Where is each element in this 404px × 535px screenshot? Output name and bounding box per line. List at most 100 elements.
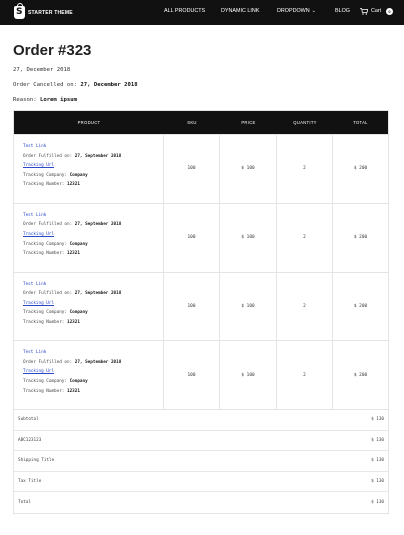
tracking-url-link[interactable]: Tracking Url <box>23 163 163 168</box>
tracking-number-line: Tracking Number: 12321 <box>23 183 163 187</box>
summary-label: Subtotal <box>18 417 39 423</box>
tracking-company-value: Company <box>69 241 88 247</box>
nav-item-dynamic-link[interactable]: DYNAMIC LINK <box>221 8 259 14</box>
summary-value: $ 130 <box>371 458 384 464</box>
sku-cell: 100 <box>164 272 220 341</box>
shopify-bag-icon: S <box>14 3 25 19</box>
nav-item-dropdown[interactable]: DROPDOWN ⌄ <box>277 8 316 14</box>
tracking-company-line: Tracking Company: Company <box>23 172 163 178</box>
fulfilled-value: 27, September 2018 <box>74 359 122 365</box>
summary-value: $ 130 <box>371 478 384 484</box>
fulfilled-line: Order Fulfilled on: 27, September 2018 <box>23 223 163 227</box>
cancel-reason-line: Reason: Lorem ipsum <box>13 97 77 103</box>
fulfilled-line: Order Fulfilled on: 27, September 2018 <box>23 359 163 365</box>
tracking-company-label: Tracking Company: <box>23 241 67 247</box>
site-header: S STARTER THEME ALL PRODUCTS DYNAMIC LIN… <box>0 0 404 25</box>
column-header-price: PRICE <box>241 120 256 125</box>
tracking-url-link[interactable]: Tracking Url <box>23 301 163 306</box>
product-link[interactable]: Test Link <box>23 282 163 287</box>
summary-label: ABC123123 <box>18 437 42 443</box>
product-cell: Test Link Order Fulfilled on: 27, Septem… <box>14 135 164 203</box>
nav-item-dropdown-label: DROPDOWN <box>277 8 310 14</box>
order-date: 27, December 2018 <box>13 67 71 73</box>
chevron-down-icon: ⌄ <box>311 8 316 14</box>
product-cell: Test Link Order Fulfilled on: 27, Septem… <box>14 203 164 272</box>
column-header-quantity: QUANTITY <box>293 120 317 125</box>
tracking-number-line: Tracking Number: 12321 <box>23 319 163 325</box>
quantity-cell: 2 <box>277 203 333 272</box>
total-cell: $ 200 <box>353 303 368 309</box>
summary-label: Shipping Title <box>18 458 55 464</box>
column-header-sku: SKU <box>187 120 197 125</box>
summary-label: Total <box>18 499 31 505</box>
column-header-product: PRODUCT <box>77 120 101 125</box>
summary-row-subtotal: Subtotal $ 130 <box>14 410 388 431</box>
fulfilled-line: Order Fulfilled on: 27, September 2018 <box>23 153 163 159</box>
quantity-cell: 2 <box>277 341 333 409</box>
brand-logo[interactable]: S STARTER THEME <box>14 3 73 19</box>
tracking-number-line: Tracking Number: 12321 <box>23 388 163 394</box>
summary-value: $ 130 <box>371 437 384 443</box>
tracking-number-value: 12321 <box>67 251 80 257</box>
table-row: Test Link Order Fulfilled on: 27, Septem… <box>14 271 388 341</box>
cart-count-badge: 0 <box>386 8 393 15</box>
fulfilled-label: Order Fulfilled on: <box>23 359 73 365</box>
sku-cell: 100 <box>164 135 220 203</box>
tracking-company-label: Tracking Company: <box>23 172 67 178</box>
table-row: Test Link Order Fulfilled on: 27, Septem… <box>14 340 388 409</box>
order-summary: Subtotal $ 130 ABC123123 $ 130 Shipping Ti… <box>14 409 388 513</box>
tracking-company-line: Tracking Company: Company <box>23 379 163 385</box>
tracking-company-line: Tracking Company: Company <box>23 311 163 315</box>
product-link[interactable]: Test Link <box>23 350 163 355</box>
tracking-company-value: Company <box>69 310 88 316</box>
order-cancelled-line: Order Cancelled on: 27, December 2018 <box>13 82 138 88</box>
price-cell: $ 100 <box>220 341 277 409</box>
order-table: PRODUCT SKU PRICE QUANTITY TOTAL Test Li… <box>13 110 389 514</box>
reason-label: Reason: <box>13 97 37 103</box>
nav-item-blog[interactable]: BLOG <box>335 8 350 14</box>
table-row: Test Link Order Fulfilled on: 27, Septem… <box>14 202 388 272</box>
price-cell: $ 100 <box>220 135 277 203</box>
table-row: Test Link Order Fulfilled on: 27, Septem… <box>14 134 388 203</box>
nav-item-all-products[interactable]: ALL PRODUCTS <box>164 8 205 14</box>
table-header: PRODUCT SKU PRICE QUANTITY TOTAL <box>14 111 388 134</box>
fulfilled-value: 27, September 2018 <box>74 222 122 228</box>
tracking-number-value: 12321 <box>67 319 80 325</box>
summary-row-tax: Tax Title $ 130 <box>14 472 388 492</box>
quantity-cell: 2 <box>277 135 333 203</box>
summary-row-discount: ABC123123 $ 130 <box>14 431 388 451</box>
sku-cell: 100 <box>164 341 220 409</box>
tracking-company-value: Company <box>69 172 88 178</box>
total-cell: $ 200 <box>353 166 368 172</box>
tracking-company-label: Tracking Company: <box>23 310 67 316</box>
tracking-company-label: Tracking Company: <box>23 379 67 385</box>
sku-cell: 100 <box>164 203 220 272</box>
cart-link[interactable]: Cart <box>371 8 381 14</box>
tracking-company-line: Tracking Company: Company <box>23 241 163 247</box>
tracking-number-value: 12321 <box>67 182 80 188</box>
reason-value: Lorem ipsum <box>39 97 77 103</box>
tracking-url-link[interactable]: Tracking Url <box>23 370 163 375</box>
product-link[interactable]: Test Link <box>23 144 163 149</box>
cancelled-label: Order Cancelled on: <box>13 82 77 88</box>
tracking-number-label: Tracking Number: <box>23 182 65 188</box>
tracking-number-label: Tracking Number: <box>23 388 65 394</box>
fulfilled-label: Order Fulfilled on: <box>23 291 73 297</box>
shopping-cart-icon[interactable] <box>360 8 368 15</box>
fulfilled-value: 27, September 2018 <box>74 153 122 159</box>
summary-row-shipping: Shipping Title $ 130 <box>14 451 388 472</box>
tracking-url-link[interactable]: Tracking Url <box>23 232 163 237</box>
total-cell: $ 200 <box>353 372 368 378</box>
column-header-total: TOTAL <box>353 120 368 125</box>
fulfilled-label: Order Fulfilled on: <box>23 153 73 159</box>
product-link[interactable]: Test Link <box>23 213 163 218</box>
fulfilled-value: 27, September 2018 <box>74 291 122 297</box>
product-cell: Test Link Order Fulfilled on: 27, Septem… <box>14 272 164 341</box>
price-cell: $ 100 <box>220 272 277 341</box>
tracking-number-value: 12321 <box>67 388 80 394</box>
tracking-number-line: Tracking Number: 12321 <box>23 251 163 257</box>
brand-name: STARTER THEME <box>28 9 73 16</box>
cancelled-value: 27, December 2018 <box>80 82 138 88</box>
fulfilled-line: Order Fulfilled on: 27, September 2018 <box>23 291 163 297</box>
summary-value: $ 130 <box>371 499 384 505</box>
